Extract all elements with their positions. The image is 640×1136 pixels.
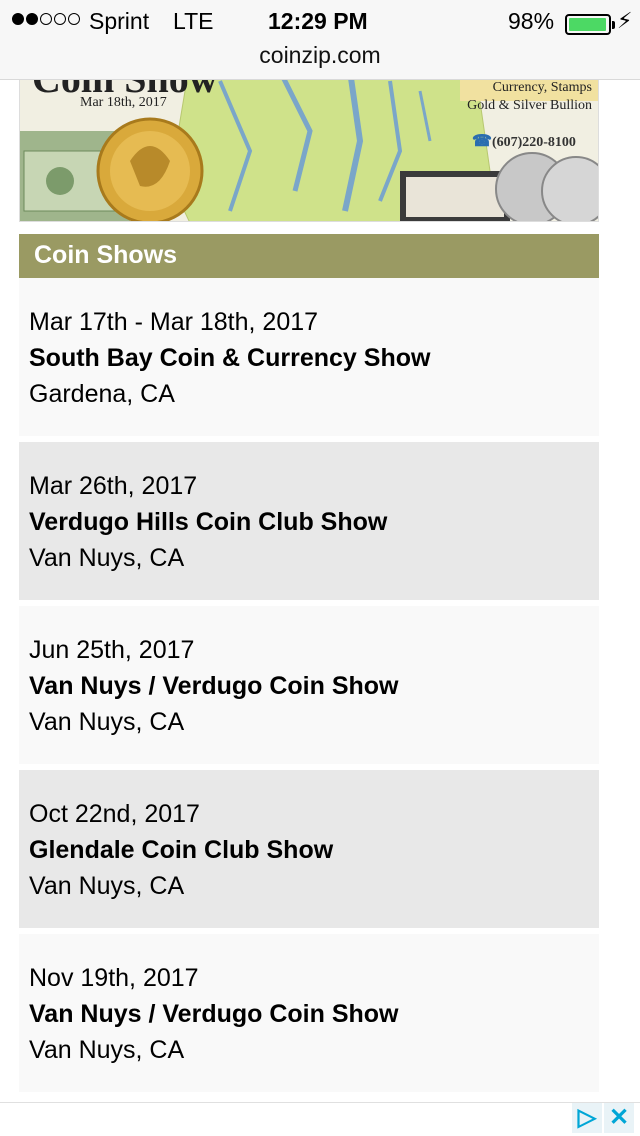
show-name[interactable]: South Bay Coin & Currency Show xyxy=(29,340,589,376)
browser-top-bar: Sprint LTE 12:29 PM 98% ⚡︎ coinzip.com xyxy=(0,0,640,80)
banner-tagline: Currency, Stamps Gold & Silver Bullion xyxy=(467,79,592,115)
banner-phone: ☎(607)220-8100 xyxy=(472,131,576,151)
show-date: Jun 25th, 2017 xyxy=(29,636,195,664)
ad-bar: ▷ ✕ xyxy=(0,1102,640,1136)
status-bar: Sprint LTE 12:29 PM 98% ⚡︎ xyxy=(0,6,640,36)
phone-icon: ☎ xyxy=(472,133,492,150)
coin-show-banner[interactable]: Coin Show Mar 18th, 2017 Currency, Stamp… xyxy=(19,60,599,222)
show-location: Van Nuys, CA xyxy=(29,872,185,900)
show-name[interactable]: Glendale Coin Club Show xyxy=(29,832,589,868)
list-item[interactable]: Mar 26th, 2017 Verdugo Hills Coin Club S… xyxy=(19,442,599,600)
address-bar[interactable]: coinzip.com xyxy=(0,42,640,69)
show-name[interactable]: Verdugo Hills Coin Club Show xyxy=(29,504,589,540)
show-date: Nov 19th, 2017 xyxy=(29,964,199,992)
battery-percent: 98% xyxy=(508,8,555,34)
banner-phone-number: (607)220-8100 xyxy=(491,135,576,150)
show-name[interactable]: Van Nuys / Verdugo Coin Show xyxy=(29,668,589,704)
carrier-name: Sprint xyxy=(89,8,150,34)
banner-tagline-line2: Gold & Silver Bullion xyxy=(467,98,592,113)
list-item[interactable]: Jun 25th, 2017 Van Nuys / Verdugo Coin S… xyxy=(19,606,599,764)
battery-icon xyxy=(565,14,615,35)
show-location: Van Nuys, CA xyxy=(29,544,185,572)
battery-fill xyxy=(569,18,607,31)
section-title: Coin Shows xyxy=(19,234,599,278)
show-name[interactable]: Van Nuys / Verdugo Coin Show xyxy=(29,996,589,1032)
show-location: Van Nuys, CA xyxy=(29,708,185,736)
show-date: Oct 22nd, 2017 xyxy=(29,800,200,828)
signal-strength-icon xyxy=(12,13,80,25)
charging-icon: ⚡︎ xyxy=(617,8,633,33)
network-type: LTE xyxy=(173,8,214,34)
close-icon[interactable]: ✕ xyxy=(604,1103,634,1133)
list-item[interactable]: Mar 17th - Mar 18th, 2017 South Bay Coin… xyxy=(19,278,599,436)
show-date: Mar 26th, 2017 xyxy=(29,472,198,500)
adchoices-icon[interactable]: ▷ xyxy=(572,1103,602,1133)
list-item[interactable]: Nov 19th, 2017 Van Nuys / Verdugo Coin S… xyxy=(19,934,599,1092)
show-location: Van Nuys, CA xyxy=(29,1036,185,1064)
status-time: 12:29 PM xyxy=(268,8,368,34)
show-date: Mar 17th - Mar 18th, 2017 xyxy=(29,308,319,336)
banner-tagline-line1: Currency, Stamps xyxy=(492,80,592,95)
coin-shows-list: Mar 17th - Mar 18th, 2017 South Bay Coin… xyxy=(19,278,599,1092)
list-item[interactable]: Oct 22nd, 2017 Glendale Coin Club Show V… xyxy=(19,770,599,928)
show-location: Gardena, CA xyxy=(29,380,175,408)
ad-controls: ▷ ✕ xyxy=(572,1103,634,1133)
banner-date: Mar 18th, 2017 xyxy=(80,95,167,110)
